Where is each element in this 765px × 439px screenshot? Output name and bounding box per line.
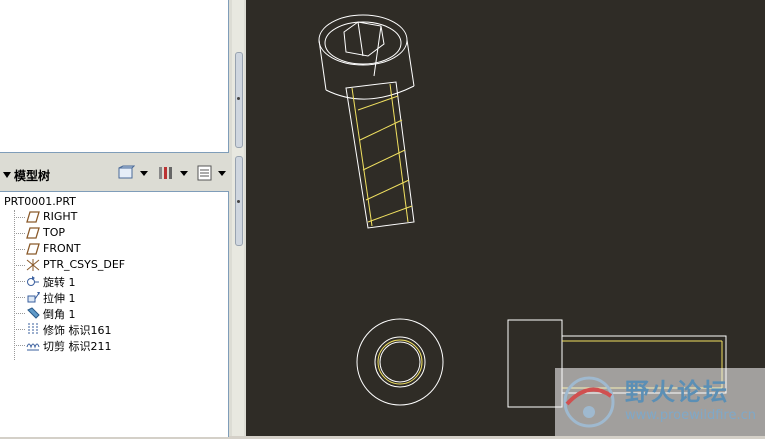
model-tree: PRT0001.PRT RIGHT TOP FRONT PTR_CSYS_DEF xyxy=(0,191,229,437)
tree-item-label: 旋转 1 xyxy=(43,276,76,289)
tree-branch xyxy=(14,249,25,250)
show-menu-icon[interactable] xyxy=(117,165,135,181)
tree-item-revolve[interactable]: 旋转 1 xyxy=(0,273,228,289)
scrollbar-thumb-top[interactable] xyxy=(235,52,243,148)
watermark-url: www.proewildfire.cn xyxy=(625,408,756,423)
bolt-shank-3d xyxy=(345,81,415,229)
tree-item-label: 切剪 标识211 xyxy=(43,340,112,353)
tree-branch xyxy=(14,281,25,282)
tree-branch xyxy=(14,329,25,330)
panel-scrollbar[interactable] xyxy=(232,0,244,436)
settings-menu-caret[interactable] xyxy=(180,171,188,176)
tree-item-label: PTR_CSYS_DEF xyxy=(43,258,126,271)
watermark-title: 野火论坛 xyxy=(625,378,729,406)
tree-branch xyxy=(14,265,25,266)
forum-logo-icon xyxy=(563,376,615,428)
tree-item-chamfer[interactable]: 倒角 1 xyxy=(0,305,228,321)
tree-item-extrude[interactable]: 拉伸 1 xyxy=(0,289,228,305)
cut-icon xyxy=(26,343,40,351)
grip-dot xyxy=(237,97,240,100)
tree-item-right[interactable]: RIGHT xyxy=(0,209,228,225)
tree-item-label: FRONT xyxy=(43,242,81,255)
csys-icon xyxy=(26,259,40,271)
tree-item-front[interactable]: FRONT xyxy=(0,241,228,257)
tree-item-cosmetic[interactable]: 修饰 标识161 xyxy=(0,321,228,337)
tree-item-cut[interactable]: 切剪 标识211 xyxy=(0,337,228,353)
tree-item-label: 拉伸 1 xyxy=(43,292,76,305)
tree-item-label: RIGHT xyxy=(43,210,78,223)
tree-branch xyxy=(14,217,25,218)
navigator-panel: 模型树 PRT0001.PRT RIGHT TOP FRONT PTR_CSYS… xyxy=(0,0,246,437)
tree-branch xyxy=(14,345,25,346)
extrude-icon xyxy=(27,292,40,303)
tree-branch xyxy=(14,297,25,298)
revolve-icon xyxy=(27,276,39,286)
tree-item-label: 倒角 1 xyxy=(43,308,76,321)
layer-tree-pane[interactable] xyxy=(0,0,229,153)
tree-branch xyxy=(14,233,25,234)
tree-item-label: TOP xyxy=(43,226,66,239)
forum-watermark: 野火论坛 www.proewildfire.cn xyxy=(555,368,765,436)
columns-menu-caret[interactable] xyxy=(218,171,226,176)
columns-list-icon[interactable] xyxy=(196,165,214,181)
tree-root-part[interactable]: PRT0001.PRT xyxy=(4,195,76,208)
datum-plane-icon xyxy=(26,243,40,255)
tree-item-top[interactable]: TOP xyxy=(0,225,228,241)
tree-branch xyxy=(14,313,25,314)
datum-plane-icon xyxy=(26,211,40,223)
datum-plane-icon xyxy=(26,227,40,239)
cosmetic-icon xyxy=(28,323,38,335)
grip-dot xyxy=(237,200,240,203)
collapse-arrow-icon[interactable] xyxy=(2,170,12,180)
tree-item-csys[interactable]: PTR_CSYS_DEF xyxy=(0,257,228,273)
bolt-end-view xyxy=(356,318,444,406)
chamfer-icon xyxy=(27,307,40,319)
tree-item-label: 修饰 标识161 xyxy=(43,324,112,337)
bolt-head-3d xyxy=(318,14,415,100)
model-tree-title: 模型树 xyxy=(14,169,51,183)
show-menu-caret[interactable] xyxy=(140,171,148,176)
settings-tools-icon[interactable] xyxy=(157,165,175,181)
model-tree-header: 模型树 xyxy=(0,160,230,188)
